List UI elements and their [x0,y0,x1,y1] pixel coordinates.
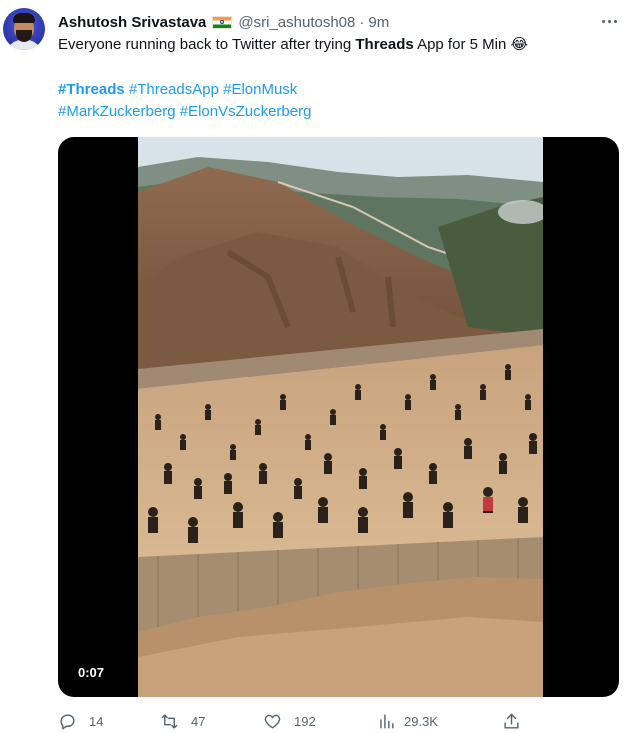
tweet-header: Ashutosh Srivastava @sri_ashutosh08 · 9m [58,11,389,33]
reply-button[interactable]: 14 [58,709,103,733]
action-bar: 14 47 192 29.3K [58,709,558,733]
tweet-timestamp[interactable]: 9m [368,14,389,31]
retweet-count: 47 [191,713,206,729]
author-handle[interactable]: @sri_ashutosh08 [238,14,355,31]
more-options-icon[interactable] [598,12,620,30]
tweet-text-end: App for 5 Min [413,36,511,53]
views-icon [380,713,394,729]
heart-icon [264,714,281,729]
india-flag-icon [212,15,233,29]
video-duration: 0:07 [74,663,109,682]
retweet-button[interactable]: 47 [160,709,205,733]
like-count: 192 [294,713,316,729]
views-button[interactable]: 29.3K [377,709,438,733]
hashtags: #Threads #ThreadsApp #ElonMusk #MarkZuck… [58,79,618,123]
avatar[interactable] [3,8,45,50]
separator-dot: · [359,13,365,31]
tweet: Ashutosh Srivastava @sri_ashutosh08 · 9m… [0,0,634,732]
hashtag-markzuckerberg[interactable]: #MarkZuckerberg [58,103,176,120]
share-button[interactable] [502,709,521,733]
views-count: 29.3K [404,713,438,729]
hashtag-elonmusk[interactable]: #ElonMusk [223,81,297,98]
author-name[interactable]: Ashutosh Srivastava [58,14,206,31]
reply-count: 14 [89,713,104,729]
tweet-text-bold: Threads [355,36,414,53]
hashtag-threads[interactable]: #Threads [58,81,125,98]
video-frame [138,137,543,697]
hashtag-threadsapp[interactable]: #ThreadsApp [129,81,219,98]
like-button[interactable]: 192 [263,709,316,733]
retweet-icon [161,713,178,729]
laughing-emoji: 😂 [510,36,528,53]
tweet-text-start: Everyone running back to Twitter after t… [58,36,356,53]
share-icon [504,713,519,729]
reply-icon [60,713,75,729]
tweet-text: Everyone running back to Twitter after t… [58,35,618,55]
hashtag-elonvszuckerberg[interactable]: #ElonVsZuckerberg [180,103,312,120]
video-player[interactable]: 0:07 [58,137,619,697]
